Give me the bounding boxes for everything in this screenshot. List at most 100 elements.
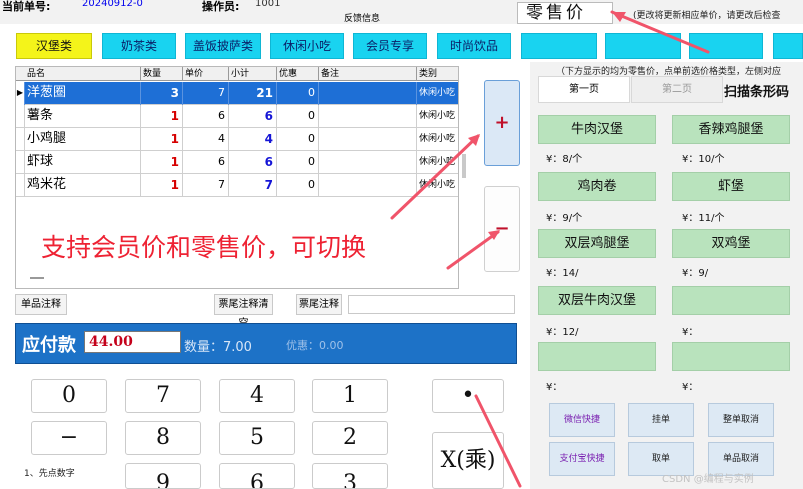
category-rice-pizza[interactable]: 盖饭披萨类: [185, 33, 261, 59]
product-beef-burger[interactable]: 牛肉汉堡: [538, 115, 656, 144]
row-subtotal: 4: [229, 128, 277, 151]
row-qty: 1: [141, 174, 183, 197]
product-double-chicken-burger[interactable]: 双鸡堡: [672, 229, 790, 258]
key-9[interactable]: 9: [125, 463, 201, 489]
total-qty: 数量：7.00: [184, 340, 252, 355]
row-discount: 0: [277, 128, 319, 151]
row-name: 鸡米花: [25, 174, 141, 197]
product-spicy-chicken-burger[interactable]: 香辣鸡腿堡: [672, 115, 790, 144]
tab-page-1[interactable]: 第一页: [538, 76, 630, 103]
product-shrimp-burger[interactable]: 虾堡: [672, 172, 790, 201]
table-row[interactable]: 薯条 1 6 6 0 休闲小吃: [16, 105, 458, 128]
product-price: ¥：11/个: [682, 213, 725, 224]
row-note: [319, 128, 417, 151]
increase-qty-button[interactable]: +: [484, 80, 520, 166]
operator-label: 操作员:: [202, 0, 240, 13]
order-label: 当前单号:: [2, 0, 51, 13]
row-subtotal: 21: [229, 82, 277, 105]
row-name: 小鸡腿: [25, 128, 141, 151]
product-price: ¥：8/个: [546, 154, 583, 165]
product-price: ¥：: [682, 327, 699, 338]
row-qty: 1: [141, 128, 183, 151]
table-row[interactable]: 鸡米花 1 7 7 0 休闲小吃: [16, 174, 458, 197]
hang-order-button[interactable]: 挂单: [628, 403, 694, 437]
table-row[interactable]: 小鸡腿 1 4 4 0 休闲小吃: [16, 128, 458, 151]
row-price: 7: [183, 82, 229, 105]
key-multiply[interactable]: X(乘): [432, 432, 504, 489]
table-hscroll[interactable]: [30, 277, 44, 279]
footer-note-input[interactable]: [348, 295, 515, 314]
row-price: 6: [183, 105, 229, 128]
key-3[interactable]: 3: [312, 463, 388, 489]
category-member[interactable]: 会员专享: [353, 33, 427, 59]
row-pointer-icon: [16, 105, 25, 128]
row-note: [319, 82, 417, 105]
tab-page-2[interactable]: 第二页: [631, 76, 723, 103]
key-6[interactable]: 6: [219, 463, 295, 489]
row-note: [319, 174, 417, 197]
category-snacks[interactable]: 休闲小吃: [270, 33, 344, 59]
key-0[interactable]: 0: [31, 379, 107, 413]
product-empty-1[interactable]: [672, 286, 790, 315]
wechat-pay-button[interactable]: 微信快捷: [549, 403, 615, 437]
key-1[interactable]: 1: [312, 379, 388, 413]
row-discount: 0: [277, 82, 319, 105]
table-header: 品名 数量 单价 小计 优惠 备注 类别: [16, 67, 458, 81]
keypad-instruction: 1、先点数字: [24, 469, 75, 479]
payable-amount-field[interactable]: 44.00: [84, 331, 181, 353]
category-empty-1[interactable]: [521, 33, 597, 59]
key-dot[interactable]: •: [432, 379, 504, 413]
footer-note-button[interactable]: 票尾注释: [296, 294, 342, 315]
category-empty-4[interactable]: [773, 33, 803, 59]
cancel-order-button[interactable]: 整单取消: [708, 403, 774, 437]
key-5[interactable]: 5: [219, 421, 295, 455]
product-empty-3[interactable]: [672, 342, 790, 371]
row-category: 休闲小吃: [419, 157, 456, 167]
category-drinks[interactable]: 时尚饮品: [437, 33, 511, 59]
payment-bar: 应付款 44.00 数量：7.00 优惠：0.00: [15, 323, 517, 364]
row-name: 薯条: [25, 105, 141, 128]
scan-barcode-label: 扫描条形码: [724, 85, 790, 100]
row-price: 4: [183, 128, 229, 151]
row-qty: 1: [141, 105, 183, 128]
row-discount: 0: [277, 151, 319, 174]
row-price: 6: [183, 151, 229, 174]
key-4[interactable]: 4: [219, 379, 295, 413]
category-burgers[interactable]: 汉堡类: [16, 33, 92, 59]
product-price: ¥：9/个: [546, 213, 583, 224]
price-type-select[interactable]: 零售价: [517, 2, 613, 24]
row-subtotal: 6: [229, 105, 277, 128]
row-price: 7: [183, 174, 229, 197]
item-note-button[interactable]: 单品注释: [15, 294, 67, 315]
clear-footer-note-button[interactable]: 票尾注释清空: [214, 294, 273, 329]
key-minus[interactable]: −: [31, 421, 107, 455]
decrease-qty-button[interactable]: −: [484, 186, 520, 272]
row-note: [319, 105, 417, 128]
product-price: ¥：9/: [682, 268, 709, 279]
total-discount: 优惠：0.00: [286, 339, 344, 352]
row-pointer-icon: [16, 174, 25, 197]
header-note: 备注: [319, 67, 417, 81]
product-price: ¥：10/个: [682, 154, 725, 165]
header-price: 单价: [183, 67, 229, 81]
watermark: CSDN @编程与实例: [662, 474, 754, 485]
category-empty-3[interactable]: [689, 33, 763, 59]
product-double-beef-burger[interactable]: 双层牛肉汉堡: [538, 286, 656, 315]
product-chicken-wrap[interactable]: 鸡肉卷: [538, 172, 656, 201]
key-7[interactable]: 7: [125, 379, 201, 413]
key-8[interactable]: 8: [125, 421, 201, 455]
row-category: 休闲小吃: [419, 111, 456, 121]
product-double-chicken-leg-burger[interactable]: 双层鸡腿堡: [538, 229, 656, 258]
key-2[interactable]: 2: [312, 421, 388, 455]
top-info-strip: 当前单号: 20240912-0 操作员: 1001 反馈信息 零售价 (更改将…: [0, 0, 803, 24]
alipay-button[interactable]: 支付宝快捷: [549, 442, 615, 476]
category-empty-2[interactable]: [605, 33, 681, 59]
category-milk-tea[interactable]: 奶茶类: [102, 33, 176, 59]
row-category: 休闲小吃: [419, 134, 456, 144]
table-row[interactable]: ▶ 洋葱圈 3 7 21 0 休闲小吃: [16, 82, 458, 105]
table-row[interactable]: 虾球 1 6 6 0 休闲小吃: [16, 151, 458, 174]
table-scrollbar[interactable]: [462, 154, 466, 178]
product-empty-2[interactable]: [538, 342, 656, 371]
product-price: ¥：: [682, 382, 699, 393]
row-discount: 0: [277, 105, 319, 128]
